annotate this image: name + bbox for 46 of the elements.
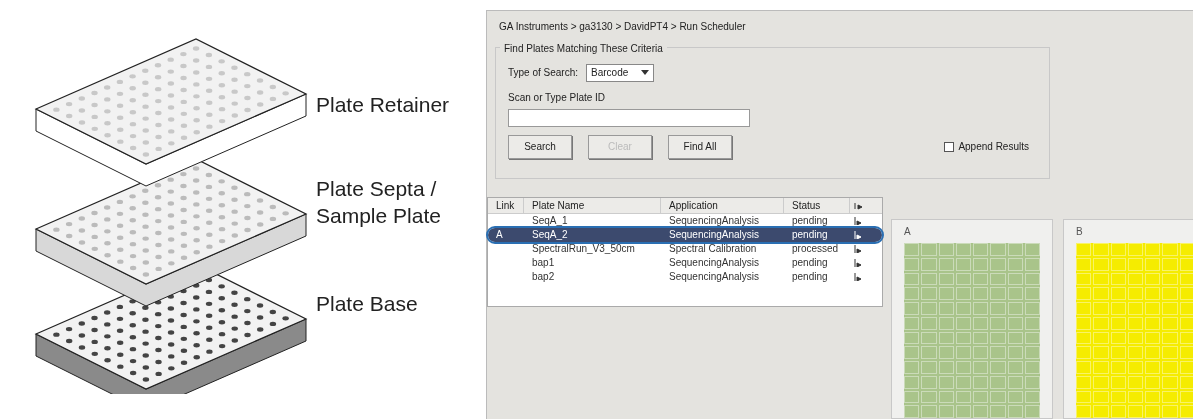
row-flag-icon	[854, 231, 862, 239]
table-cell-text: bap1	[531, 256, 556, 270]
column-header[interactable]: Plate Name	[524, 198, 661, 213]
row-flag-icon	[854, 217, 862, 225]
action-button[interactable]: Search	[508, 134, 572, 159]
table-cell-text: pending	[791, 270, 829, 284]
part-label: Plate Base	[316, 290, 419, 317]
field-label: Scan or Type Plate ID	[508, 90, 607, 105]
row-flag-icon	[854, 245, 862, 253]
table-row[interactable]: SpectralRun_V3_50cm Spectral Calibration processed	[488, 242, 882, 256]
plate-label: B	[1076, 225, 1084, 239]
column-header[interactable]: Status	[784, 198, 850, 213]
table-row[interactable]: bap2 SequencingAnalysis pending	[488, 270, 882, 284]
caret-icon	[641, 70, 650, 76]
part-label: Plate Septa / Sample Plate	[316, 176, 442, 229]
table-cell-text: pending	[791, 228, 829, 242]
row-flag-icon	[854, 273, 862, 281]
column-header[interactable]: Link	[488, 198, 524, 213]
table-row[interactable]: bap1 SequencingAnalysis pending	[488, 256, 882, 270]
column-menu-icon[interactable]	[854, 201, 863, 210]
search-type-dropdown[interactable]: Barcode	[586, 63, 655, 82]
field-label: Type of Search:	[508, 66, 579, 81]
table-cell-text: bap2	[531, 270, 556, 284]
table-cell-text: SequencingAnalysis	[668, 214, 761, 228]
table-row[interactable]: A SeqA_2 SequencingAnalysis pending	[488, 228, 882, 242]
table-cell-text: SeqA_1	[531, 214, 569, 228]
table-cell-text: SequencingAnalysis	[668, 270, 761, 284]
table-cell-text: SequencingAnalysis	[668, 228, 761, 242]
table-cell-text: SequencingAnalysis	[668, 256, 761, 270]
column-header[interactable]: Application	[661, 198, 784, 213]
table-cell-text: SeqA_2	[531, 228, 569, 242]
part-label: Plate Retainer	[316, 92, 451, 118]
table-cell-text: SpectralRun_V3_50cm	[531, 242, 636, 256]
table-cell-text: A	[495, 228, 504, 242]
plate-label: A	[904, 225, 912, 239]
table-cell-text: pending	[791, 256, 829, 270]
plate-id-input[interactable]	[508, 108, 750, 127]
action-button[interactable]: Find All	[668, 134, 732, 159]
append-results-checkbox[interactable]	[944, 141, 955, 152]
table-cell-text: processed	[791, 242, 840, 256]
table-cell-text: pending	[791, 214, 829, 228]
table-row[interactable]: SeqA_1 SequencingAnalysis pending	[488, 214, 882, 228]
table-cell-text: Spectral Calibration	[668, 242, 758, 256]
checkbox-label: Append Results	[958, 140, 1029, 155]
row-flag-icon	[854, 259, 862, 267]
breadcrumb: GA Instruments > ga3130 > DavidPT4 > Run Scheduler	[498, 20, 747, 34]
